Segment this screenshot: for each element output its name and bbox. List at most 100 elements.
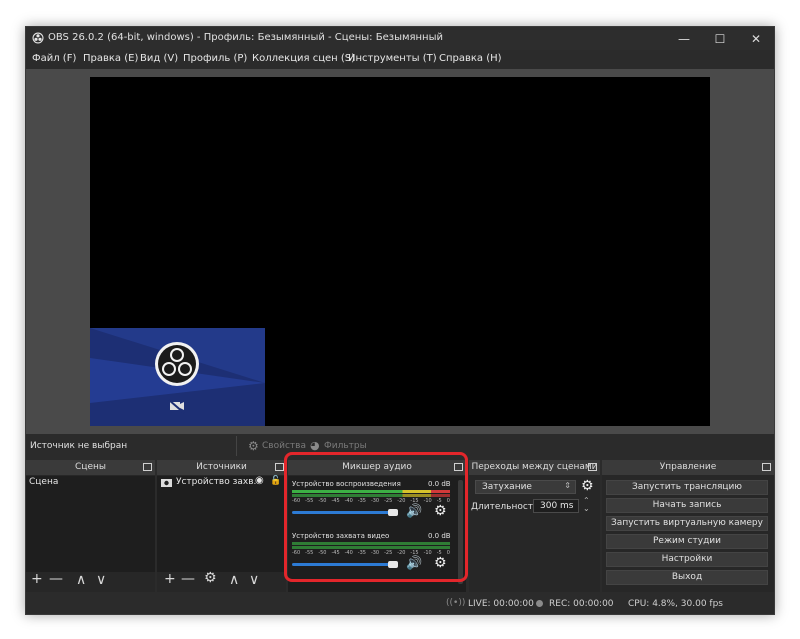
tick-label: -45	[331, 498, 340, 504]
move-down-button[interactable]: ∨	[249, 573, 259, 587]
controls-header: Управление	[602, 460, 774, 475]
gear-icon[interactable]: ⚙	[434, 503, 447, 519]
camera-source-tile[interactable]	[90, 328, 265, 426]
tick-label: -20	[397, 550, 406, 556]
volume-slider[interactable]	[292, 511, 390, 514]
transitions-header: Переходы между сценами	[469, 460, 600, 475]
source-context-bar: Источник не выбран ⚙ Свойства ◕ Фильтры	[26, 434, 774, 460]
tick-label: 0	[446, 498, 450, 504]
audio-mixer-dock: Микшер аудио Устройство воспроизведения …	[284, 452, 468, 592]
menu-view[interactable]: Вид (V)	[140, 53, 178, 64]
gear-icon[interactable]: ⚙	[434, 555, 447, 571]
start-streaming-button[interactable]: Запустить трансляцию	[606, 480, 768, 495]
channel-name: Устройство захвата видео	[292, 532, 390, 540]
tick-label: -40	[344, 498, 353, 504]
tick-label: -45	[331, 550, 340, 556]
status-bar: ((•)) LIVE: 00:00:00 REC: 00:00:00 CPU: …	[26, 594, 774, 614]
meter-scale: -60 -55 -50 -45 -40 -35 -30 -25 -20 -15 -10 -5 0	[292, 550, 450, 556]
controls-dock: Управление Запустить трансляцию Начать з…	[602, 460, 774, 592]
start-virtual-camera-button[interactable]: Запустить виртуальную камеру	[606, 516, 768, 531]
exit-button[interactable]: Выход	[606, 570, 768, 585]
live-timer: LIVE: 00:00:00	[468, 599, 534, 609]
volume-meter	[292, 546, 450, 549]
dock-float-icon[interactable]	[275, 463, 284, 471]
dock-float-icon[interactable]	[588, 463, 597, 471]
transition-select[interactable]: Затухание ⇕	[475, 480, 576, 494]
minimize-button[interactable]: —	[666, 27, 702, 50]
filters-icon: ◕	[310, 439, 320, 452]
sources-list[interactable]: Устройство захв. ◉ 🔓	[157, 475, 286, 572]
cpu-fps: CPU: 4.8%, 30.00 fps	[628, 599, 723, 609]
title-bar: OBS 26.0.2 (64-bit, windows) - Профиль: …	[26, 27, 774, 50]
studio-mode-button[interactable]: Режим студии	[606, 534, 768, 549]
dock-float-icon[interactable]	[143, 463, 152, 471]
duration-stepper[interactable]: ⌃ ⌄	[583, 497, 590, 513]
volume-slider-handle[interactable]	[388, 561, 398, 568]
add-source-button[interactable]: +	[164, 572, 176, 586]
properties-button[interactable]: Свойства	[262, 441, 306, 451]
maximize-button[interactable]: ☐	[702, 27, 738, 50]
dock-float-icon[interactable]	[762, 463, 771, 471]
dock-float-icon[interactable]	[454, 463, 463, 471]
source-name: Устройство захв.	[176, 477, 257, 487]
tick-label: -35	[357, 498, 366, 504]
channel-level: 0.0 dB	[428, 532, 451, 540]
docks-area: Сцены Сцена + — ∧ ∨ Источники Устройство…	[26, 452, 774, 594]
mixer-body: Устройство воспроизведения 0.0 dB -60 -55…	[288, 476, 466, 592]
mixer-scrollbar[interactable]	[458, 480, 463, 584]
tick-label: -55	[305, 550, 314, 556]
obs-logo-large-icon	[155, 342, 199, 386]
minimize-icon: —	[678, 31, 690, 46]
volume-slider[interactable]	[292, 563, 390, 566]
menu-profile[interactable]: Профиль (P)	[183, 53, 247, 64]
sources-dock: Источники Устройство захв. ◉ 🔓 + — ⚙ ∧ ∨	[157, 460, 286, 592]
close-icon: ✕	[750, 31, 762, 46]
volume-meter	[292, 542, 450, 545]
start-recording-button[interactable]: Начать запись	[606, 498, 768, 513]
menu-tools[interactable]: Инструменты (T)	[348, 53, 437, 64]
remove-source-button[interactable]: —	[181, 572, 195, 586]
gear-icon[interactable]: ⚙	[581, 478, 594, 494]
scenes-header: Сцены	[26, 460, 155, 475]
move-down-button[interactable]: ∨	[96, 573, 106, 587]
volume-slider-handle[interactable]	[388, 509, 398, 516]
scenes-list[interactable]: Сцена	[26, 476, 155, 572]
obs-logo-icon	[32, 32, 44, 44]
scenes-dock: Сцены Сцена + — ∧ ∨	[26, 460, 155, 592]
duration-input[interactable]: 300 ms	[533, 499, 579, 513]
speaker-icon[interactable]: 🔊	[406, 556, 422, 571]
eye-icon[interactable]: ◉	[255, 475, 264, 486]
speaker-icon[interactable]: 🔊	[406, 504, 422, 519]
menu-scene-collection[interactable]: Коллекция сцен (S)	[252, 53, 355, 64]
remove-scene-button[interactable]: —	[49, 572, 63, 586]
filters-button[interactable]: Фильтры	[324, 441, 367, 451]
meter-scale: -60 -55 -50 -45 -40 -35 -30 -25 -20 -15 -10 -5 0	[292, 498, 450, 504]
tick-label: -40	[344, 550, 353, 556]
move-up-button[interactable]: ∧	[76, 573, 86, 587]
window-title: OBS 26.0.2 (64-bit, windows) - Профиль: …	[48, 32, 443, 43]
menu-help[interactable]: Справка (H)	[439, 53, 502, 64]
list-item[interactable]: Сцена	[26, 476, 155, 489]
volume-meter	[292, 490, 450, 493]
tick-label: -50	[318, 498, 327, 504]
add-scene-button[interactable]: +	[31, 572, 43, 586]
tick-label: -60	[292, 498, 301, 504]
tick-label: -30	[370, 498, 380, 504]
menu-edit[interactable]: Правка (E)	[83, 53, 138, 64]
obs-window: OBS 26.0.2 (64-bit, windows) - Профиль: …	[25, 26, 775, 615]
tick-label: -55	[305, 498, 314, 504]
list-item[interactable]: Устройство захв. ◉ 🔓	[157, 475, 286, 489]
tick-label: 0	[446, 550, 450, 556]
settings-button[interactable]: Настройки	[606, 552, 768, 567]
move-up-button[interactable]: ∧	[229, 573, 239, 587]
preview-area	[26, 69, 774, 434]
chevron-updown-icon: ⇕	[564, 481, 571, 490]
close-button[interactable]: ✕	[738, 27, 774, 50]
lock-icon[interactable]: 🔓	[270, 476, 281, 486]
divider	[236, 436, 237, 456]
tick-label: -10	[423, 498, 432, 504]
source-settings-icon[interactable]: ⚙	[204, 571, 217, 585]
duration-value: 300 ms	[540, 501, 574, 511]
menu-file[interactable]: Файл (F)	[32, 53, 76, 64]
preview-canvas[interactable]	[90, 77, 710, 426]
